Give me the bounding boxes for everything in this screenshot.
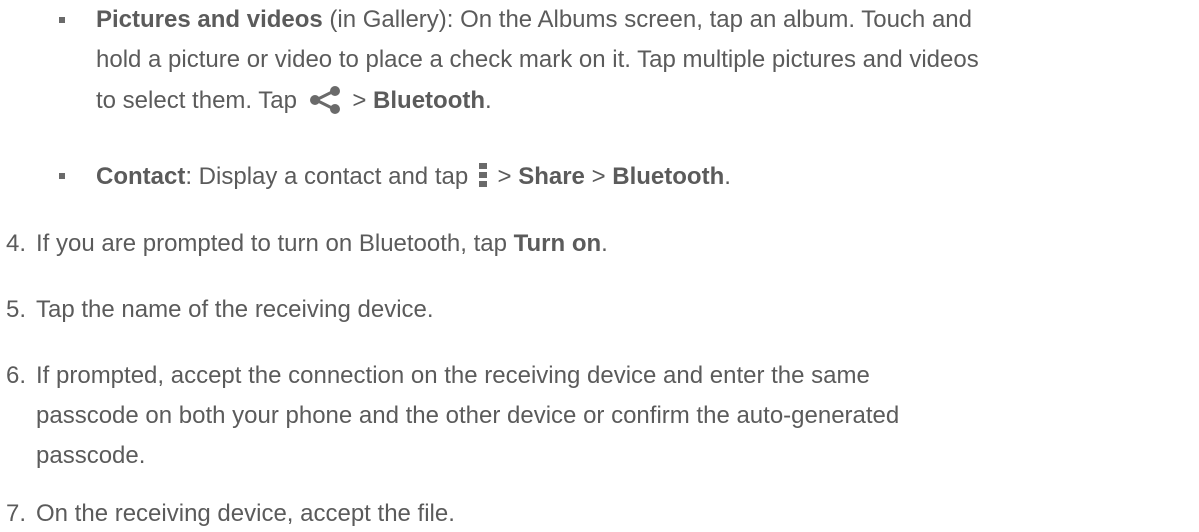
menu-icon	[477, 162, 489, 195]
bullet-pictures-line-2: hold a picture or video to place a check…	[96, 46, 979, 73]
share-icon	[308, 86, 344, 121]
bullet-label-pictures: Pictures and videos	[96, 6, 323, 33]
punctuation: .	[485, 87, 492, 114]
step-6-line-1: If prompted, accept the connection on th…	[36, 362, 870, 389]
step-6-line-2: passcode on both your phone and the othe…	[36, 402, 900, 429]
bold-share: Share	[518, 163, 585, 190]
bullet-text: : Display a contact and tap	[185, 163, 475, 190]
step-number: 5.	[6, 296, 27, 323]
step-6-line-3: passcode.	[36, 442, 146, 469]
punctuation: .	[724, 163, 731, 190]
step-text: If you are prompted to turn on Bluetooth…	[36, 230, 514, 257]
step-7-text: On the receiving device, accept the file…	[36, 500, 455, 527]
bullet-pictures-line-1: Pictures and videos (in Gallery): On the…	[96, 6, 972, 34]
bullet-text: to select them. Tap	[96, 87, 304, 114]
bullet-label-contact: Contact	[96, 163, 186, 190]
step-number: 7.	[6, 500, 27, 527]
punctuation: .	[601, 230, 608, 257]
bold-bluetooth: Bluetooth	[612, 163, 725, 190]
separator: >	[345, 87, 374, 114]
separator: >	[584, 163, 613, 190]
bullet-contact-line: Contact: Display a contact and tap > Sha…	[96, 162, 731, 195]
square-bullet	[59, 173, 65, 179]
step-5-text: Tap the name of the receiving device.	[36, 296, 434, 323]
step-number: 6.	[6, 362, 27, 389]
bold-bluetooth: Bluetooth	[373, 87, 486, 114]
bold-turn-on: Turn on	[513, 230, 602, 257]
separator: >	[490, 163, 519, 190]
square-bullet	[59, 17, 65, 23]
bullet-pictures-line-3: to select them. Tap > Bluetooth.	[96, 86, 492, 121]
step-number: 4.	[6, 230, 27, 257]
step-4-text: If you are prompted to turn on Bluetooth…	[36, 230, 608, 258]
bullet-text: (in Gallery): On the Albums screen, tap …	[322, 6, 972, 33]
document-page: Pictures and videos (in Gallery): On the…	[0, 0, 1199, 532]
